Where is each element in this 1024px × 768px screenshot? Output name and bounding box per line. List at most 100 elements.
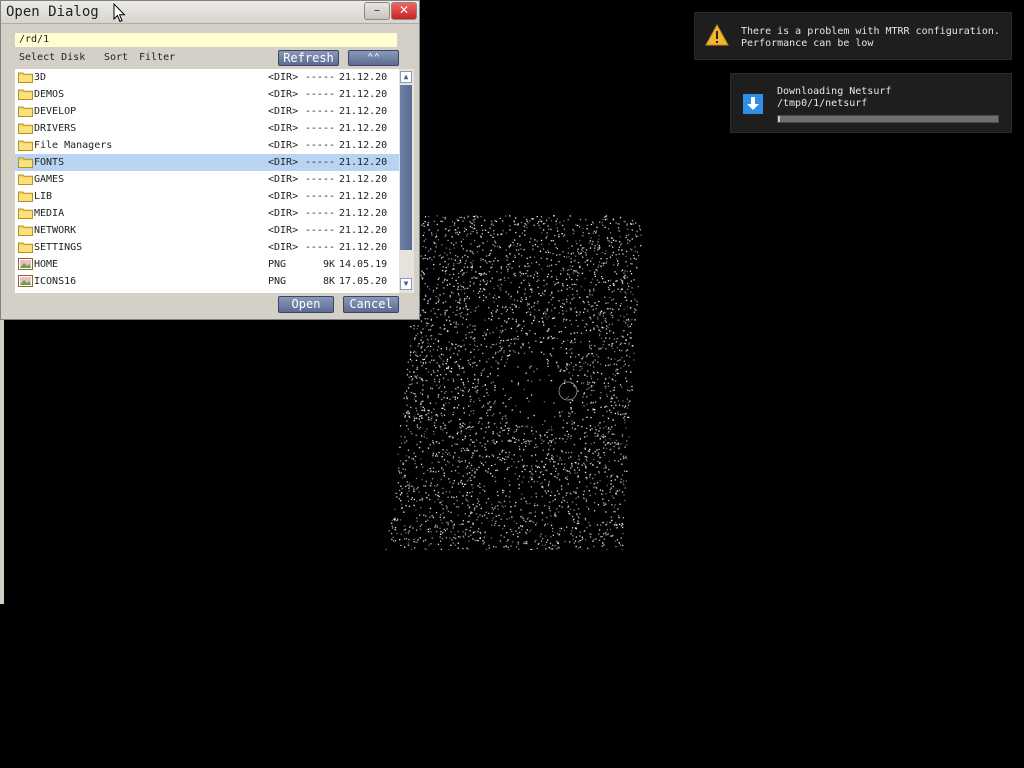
folder-icon <box>18 241 33 253</box>
file-type: <DIR> <box>268 123 299 134</box>
folder-icon <box>18 224 33 236</box>
file-name: NETWORK <box>34 225 77 236</box>
file-list-row[interactable]: DEMOS <DIR> ----- 21.12.20 <box>15 86 399 103</box>
dialog-title: Open Dialog <box>6 4 99 20</box>
parent-folder-button[interactable]: ⌃⌃ <box>348 50 399 66</box>
warning-message-line1: There is a problem with MTRR configurati… <box>741 26 1000 37</box>
file-name: ICONS16 <box>34 276 77 287</box>
file-list-row[interactable]: ICONS16 PNG 8K 17.05.20 <box>15 273 399 290</box>
file-date: 21.12.20 <box>339 140 388 151</box>
file-type: <DIR> <box>268 208 299 219</box>
file-list-row[interactable]: 3D <DIR> ----- 21.12.20 <box>15 69 399 86</box>
sort-menu[interactable]: Sort <box>104 52 128 63</box>
file-list-row[interactable]: NETWORK <DIR> ----- 21.12.20 <box>15 222 399 239</box>
file-list-row[interactable]: DRIVERS <DIR> ----- 21.12.20 <box>15 120 399 137</box>
file-type: PNG <box>268 259 287 270</box>
file-size: ----- <box>304 242 335 253</box>
file-date: 21.12.20 <box>339 225 388 236</box>
file-date: 14.05.19 <box>339 259 388 270</box>
file-date: 21.12.20 <box>339 123 388 134</box>
file-type: <DIR> <box>268 157 299 168</box>
folder-icon <box>18 173 33 185</box>
folder-icon <box>18 88 33 100</box>
download-progress-fill <box>778 116 781 122</box>
file-list-scrollbar[interactable]: ▲ ▼ <box>399 69 414 293</box>
open-dialog-window: Open Dialog – ✕ /rd/1 Select Disk Sort F… <box>0 0 420 320</box>
file-date: 21.12.20 <box>339 191 388 202</box>
warning-notification[interactable]: There is a problem with MTRR configurati… <box>694 12 1012 60</box>
filter-menu[interactable]: Filter <box>139 52 175 63</box>
file-list-row[interactable]: DEVELOP <DIR> ----- 21.12.20 <box>15 103 399 120</box>
dialog-titlebar[interactable]: Open Dialog – ✕ <box>1 1 419 24</box>
download-icon <box>743 94 763 114</box>
select-disk-menu[interactable]: Select Disk <box>19 52 85 63</box>
folder-icon <box>18 105 33 117</box>
file-size: ----- <box>304 140 335 151</box>
folder-icon <box>18 207 33 219</box>
file-name: MEDIA <box>34 208 65 219</box>
file-size: ----- <box>304 123 335 134</box>
file-type: PNG <box>268 276 287 287</box>
file-type: <DIR> <box>268 225 299 236</box>
download-path: /tmp0/1/netsurf <box>777 98 868 109</box>
file-type: <DIR> <box>268 191 299 202</box>
file-type: <DIR> <box>268 174 299 185</box>
file-list-row[interactable]: FONTS <DIR> ----- 21.12.20 <box>15 154 399 171</box>
file-type: <DIR> <box>268 89 299 100</box>
file-name: DRIVERS <box>34 123 77 134</box>
file-size: ----- <box>304 106 335 117</box>
minimize-button[interactable]: – <box>364 2 390 20</box>
file-size: ----- <box>304 174 335 185</box>
file-size: ----- <box>304 72 335 83</box>
warning-icon <box>705 24 729 46</box>
file-date: 21.12.20 <box>339 174 388 185</box>
file-name: HOME <box>34 259 59 270</box>
file-name: DEMOS <box>34 89 65 100</box>
path-input[interactable]: /rd/1 <box>15 33 397 47</box>
warning-message-line2: Performance can be low <box>741 38 874 49</box>
folder-icon <box>18 190 33 202</box>
file-type: <DIR> <box>268 140 299 151</box>
file-size: ----- <box>304 89 335 100</box>
file-date: 21.12.20 <box>339 157 388 168</box>
file-list-row[interactable]: LIB <DIR> ----- 21.12.20 <box>15 188 399 205</box>
file-size: ----- <box>304 157 335 168</box>
file-name: GAMES <box>34 174 65 185</box>
refresh-button[interactable]: Refresh <box>278 50 339 66</box>
image-file-icon <box>18 258 33 270</box>
cancel-button[interactable]: Cancel <box>343 296 399 313</box>
folder-icon <box>18 122 33 134</box>
file-name: File Managers <box>34 140 113 151</box>
file-name: 3D <box>34 72 47 83</box>
file-size: ----- <box>304 225 335 236</box>
mouse-cursor-icon <box>113 3 126 23</box>
scroll-down-arrow-icon[interactable]: ▼ <box>400 278 412 290</box>
file-date: 21.12.20 <box>339 89 388 100</box>
open-button[interactable]: Open <box>278 296 334 313</box>
close-icon: ✕ <box>398 3 410 17</box>
file-type: <DIR> <box>268 72 299 83</box>
file-size: 8K <box>322 276 335 287</box>
minimize-icon: – <box>374 3 380 17</box>
folder-icon <box>18 139 33 151</box>
scroll-up-arrow-icon[interactable]: ▲ <box>400 71 412 83</box>
download-progress-bar <box>777 115 999 123</box>
file-name: DEVELOP <box>34 106 77 117</box>
file-list-row[interactable]: File Managers <DIR> ----- 21.12.20 <box>15 137 399 154</box>
file-list-row[interactable]: MEDIA <DIR> ----- 21.12.20 <box>15 205 399 222</box>
file-name: SETTINGS <box>34 242 83 253</box>
download-notification[interactable]: Downloading Netsurf /tmp0/1/netsurf <box>730 73 1012 133</box>
file-name: FONTS <box>34 157 65 168</box>
file-date: 21.12.20 <box>339 208 388 219</box>
download-title: Downloading Netsurf <box>777 86 892 97</box>
file-list-row[interactable]: SETTINGS <DIR> ----- 21.12.20 <box>15 239 399 256</box>
file-list-row[interactable]: GAMES <DIR> ----- 21.12.20 <box>15 171 399 188</box>
close-button[interactable]: ✕ <box>391 2 417 20</box>
scrollbar-thumb[interactable] <box>400 85 412 250</box>
image-file-icon <box>18 275 33 287</box>
file-date: 21.12.20 <box>339 72 388 83</box>
folder-icon <box>18 71 33 83</box>
file-list-row[interactable]: HOME PNG 9K 14.05.19 <box>15 256 399 273</box>
file-date: 17.05.20 <box>339 276 388 287</box>
file-list[interactable]: 3D <DIR> ----- 21.12.20 DEMOS <DIR> ----- 21.12… <box>15 69 399 293</box>
